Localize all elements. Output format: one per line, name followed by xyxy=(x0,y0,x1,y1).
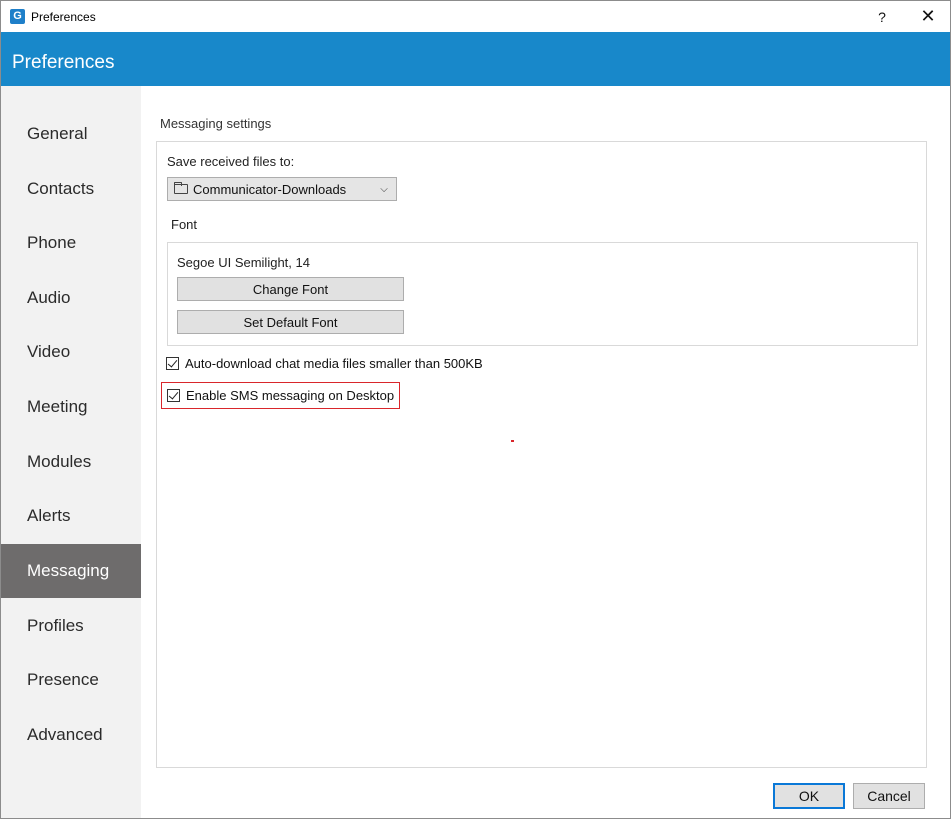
sidebar-item-advanced[interactable]: Advanced xyxy=(1,708,141,762)
enable-sms-label: Enable SMS messaging on Desktop xyxy=(186,388,395,403)
sidebar-nav: General Contacts Phone Audio Video Meeti… xyxy=(1,86,141,818)
sidebar-item-alerts[interactable]: Alerts xyxy=(1,489,141,543)
auto-download-label: Auto-download chat media files smaller t… xyxy=(185,356,483,371)
download-folder-value: Communicator-Downloads xyxy=(193,181,347,197)
change-font-button[interactable]: Change Font xyxy=(177,277,404,301)
sidebar-item-presence[interactable]: Presence xyxy=(1,653,141,707)
sidebar-item-contacts[interactable]: Contacts xyxy=(1,162,141,216)
section-title: Messaging settings xyxy=(160,116,272,131)
settings-panel: Save received files to: Communicator-Dow… xyxy=(156,141,927,768)
ok-button[interactable]: OK xyxy=(773,783,845,809)
annotation-mark xyxy=(511,440,514,442)
chevron-down-icon: ⌵ xyxy=(380,183,388,195)
sidebar-item-audio[interactable]: Audio xyxy=(1,271,141,325)
sidebar-item-messaging[interactable]: Messaging xyxy=(1,544,141,598)
auto-download-checkbox[interactable] xyxy=(166,357,179,370)
set-default-font-button[interactable]: Set Default Font xyxy=(177,310,404,334)
app-logo-icon: G xyxy=(10,9,25,24)
auto-download-option[interactable]: Auto-download chat media files smaller t… xyxy=(166,356,483,371)
sidebar-item-general[interactable]: General xyxy=(1,107,141,161)
page-title: Preferences xyxy=(12,52,115,73)
sidebar-item-profiles[interactable]: Profiles xyxy=(1,599,141,653)
save-files-label: Save received files to: xyxy=(167,154,295,169)
sidebar-item-phone[interactable]: Phone xyxy=(1,216,141,270)
font-group: Segoe UI Semilight, 14 Change Font Set D… xyxy=(167,242,918,346)
header-banner: Preferences xyxy=(1,32,950,86)
window-title: Preferences xyxy=(31,10,96,24)
enable-sms-option[interactable]: Enable SMS messaging on Desktop xyxy=(161,382,401,409)
cancel-button[interactable]: Cancel xyxy=(853,783,925,809)
download-folder-select[interactable]: Communicator-Downloads ⌵ xyxy=(167,177,397,201)
current-font-value: Segoe UI Semilight, 14 xyxy=(177,255,310,270)
enable-sms-checkbox[interactable] xyxy=(167,389,180,402)
sidebar-item-meeting[interactable]: Meeting xyxy=(1,380,141,434)
sidebar-item-modules[interactable]: Modules xyxy=(1,435,141,489)
preferences-window: G Preferences ? ✕ Preferences General Co… xyxy=(0,0,951,819)
close-button[interactable]: ✕ xyxy=(905,1,950,32)
sidebar-item-video[interactable]: Video xyxy=(1,325,141,379)
messaging-settings-pane: Messaging settings Save received files t… xyxy=(141,86,950,818)
font-section-label: Font xyxy=(171,217,198,232)
help-button[interactable]: ? xyxy=(859,1,905,32)
title-bar: G Preferences ? ✕ xyxy=(1,1,950,32)
folder-icon xyxy=(174,182,188,194)
